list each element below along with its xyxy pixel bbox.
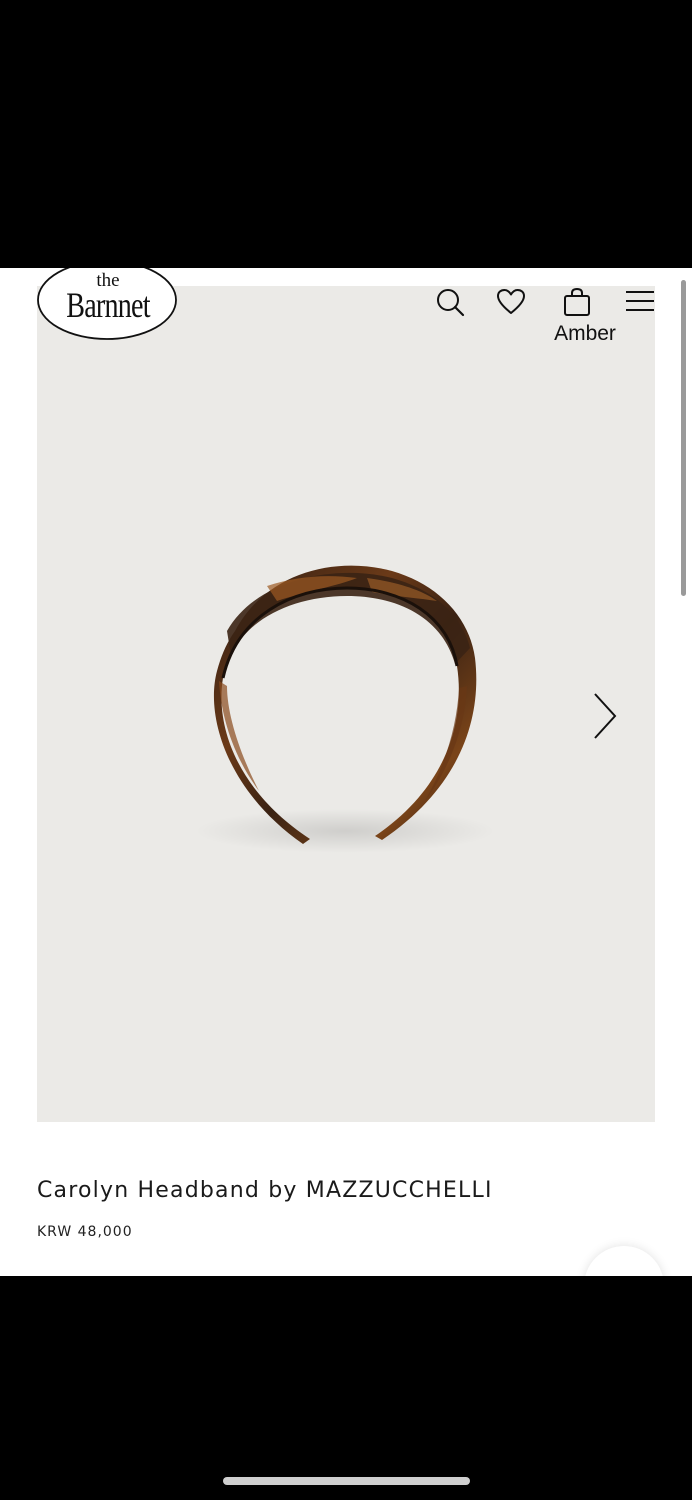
heart-icon[interactable] [495, 286, 527, 318]
search-icon[interactable] [434, 286, 466, 318]
chevron-right-icon [594, 693, 617, 739]
home-indicator[interactable] [223, 1477, 470, 1485]
product-price: KRW 48,000 [37, 1224, 133, 1240]
bag-icon[interactable] [561, 286, 593, 318]
product-image[interactable] [37, 286, 655, 1122]
logo-wordmark: Barnnet [66, 285, 150, 325]
app-screen: the Barnnet Amber Carolyn Headband by MA… [0, 268, 692, 1276]
brand-logo[interactable]: the Barnnet [35, 268, 181, 342]
menu-icon[interactable] [624, 286, 656, 318]
next-image-button[interactable] [583, 688, 625, 744]
scrollbar[interactable] [681, 280, 686, 596]
product-title: Carolyn Headband by MAZZUCCHELLI [37, 1178, 493, 1203]
headband-image [195, 565, 495, 853]
variant-label[interactable]: Amber [530, 322, 640, 346]
floating-action-button[interactable] [584, 1246, 664, 1276]
